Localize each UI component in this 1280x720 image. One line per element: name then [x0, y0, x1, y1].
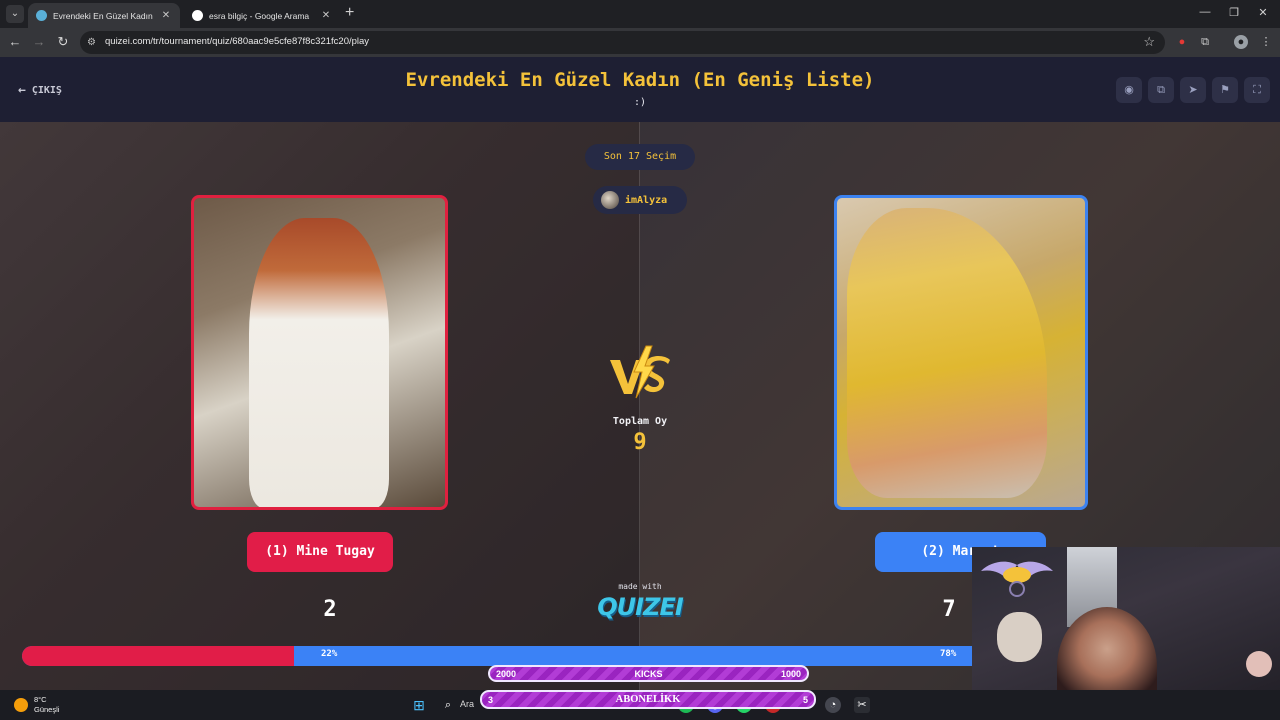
left-vote-count: 2 [323, 597, 337, 622]
app-icon[interactable]: ◔ [825, 697, 841, 713]
kicks-goal-overlay: 2000 KICKS 1000 [488, 665, 809, 682]
quiz-title: Evrendeki En Güzel Kadın (En Geniş Liste… [405, 69, 875, 91]
tab-title: Evrendeki En Güzel Kadın (En G [53, 10, 154, 21]
close-tab-icon[interactable]: ✕ [320, 10, 332, 21]
taskbar-search-label[interactable]: Ara [460, 699, 474, 709]
address-bar[interactable]: ⚙ quizei.com/tr/tournament/quiz/680aac9e… [80, 31, 1165, 54]
made-with-label: made with [618, 582, 662, 591]
bookmark-star-icon[interactable]: ☆ [1143, 34, 1155, 50]
total-votes-label: Toplam Oy [612, 416, 668, 427]
browser-tab-bar: ⌄ Evrendeki En Güzel Kadın (En G ✕ esra … [0, 0, 1280, 28]
weather-temp: 8°C [34, 695, 47, 704]
teddy-bear [997, 612, 1042, 662]
copy-icon[interactable]: ⧉ [1148, 77, 1174, 103]
close-tab-icon[interactable]: ✕ [160, 10, 172, 21]
forward-icon[interactable]: → [31, 34, 47, 50]
back-icon[interactable]: ← [7, 34, 23, 50]
extensions-puzzle-icon[interactable]: ⧉ [1198, 35, 1212, 49]
send-icon[interactable]: ➤ [1180, 77, 1206, 103]
choice-card-right[interactable] [834, 195, 1088, 510]
close-window-icon[interactable]: ✕ [1256, 6, 1270, 19]
reload-icon[interactable]: ↻ [55, 34, 71, 50]
right-vote-count: 7 [942, 597, 956, 622]
round-badge: Son 17 Seçim [585, 144, 695, 170]
contestant-photo [249, 218, 389, 507]
browser-menu-icon[interactable]: ⋮ [1259, 35, 1273, 49]
weather-widget[interactable]: 8°C Güneşli [34, 695, 59, 715]
flag-icon[interactable]: ⚑ [1212, 77, 1238, 103]
tab-google-search[interactable]: esra bilgiç - Google Arama ✕ [184, 3, 340, 28]
windows-start-icon[interactable]: ⊞ [411, 697, 427, 713]
versus-icon [610, 345, 670, 399]
total-votes-value: 9 [633, 430, 647, 455]
quiz-subtitle: :) [633, 97, 647, 108]
google-favicon-icon [192, 10, 203, 21]
choose-left-button[interactable]: (1) Mine Tugay [247, 532, 393, 572]
tab-quiz[interactable]: Evrendeki En Güzel Kadın (En G ✕ [28, 3, 180, 28]
quiz-header: ← ÇIKIŞ Evrendeki En Güzel Kadın (En Gen… [0, 57, 1280, 122]
site-info-icon[interactable]: ⚙ [87, 36, 100, 49]
quizei-logo[interactable]: QUIZEI [590, 593, 690, 621]
restore-icon[interactable]: ❐ [1227, 6, 1241, 19]
figurine [1246, 651, 1272, 677]
tab-title: esra bilgiç - Google Arama [209, 10, 310, 21]
eye-icon[interactable]: ◉ [1116, 77, 1142, 103]
choice-card-left[interactable] [191, 195, 448, 510]
profile-avatar-icon[interactable]: ● [1234, 35, 1248, 49]
search-icon[interactable]: ⌕ [440, 697, 456, 713]
subscriptions-goal-overlay: 3 ABONELİKK 5 [480, 690, 816, 709]
address-toolbar: ← → ↻ ⚙ quizei.com/tr/tournament/quiz/68… [0, 28, 1280, 57]
fullscreen-icon[interactable]: ⛶ [1244, 77, 1270, 103]
extension-icon[interactable]: ● [1175, 35, 1189, 49]
kicks-label: KICKS [634, 668, 663, 679]
creator-name: imAlyza [625, 194, 668, 206]
subs-label: ABONELİKK [615, 694, 681, 705]
minimize-icon[interactable]: — [1198, 6, 1212, 18]
left-percent: 22% [321, 649, 338, 659]
right-percent: 78% [940, 649, 957, 659]
winged-logo-icon [981, 561, 1053, 597]
sun-icon[interactable] [14, 698, 28, 712]
capcut-icon[interactable]: ✂ [854, 697, 870, 713]
weather-desc: Güneşli [34, 705, 60, 714]
left-share-fill [22, 646, 294, 666]
creator-badge[interactable]: imAlyza [593, 186, 687, 214]
new-tab-button[interactable]: + [345, 4, 354, 22]
quizei-favicon-icon [36, 10, 47, 21]
tab-search-icon[interactable]: ⌄ [6, 5, 24, 23]
contestant-photo [847, 208, 1047, 498]
url-text: quizei.com/tr/tournament/quiz/680aac9e5c… [105, 36, 370, 47]
avatar [601, 191, 619, 209]
